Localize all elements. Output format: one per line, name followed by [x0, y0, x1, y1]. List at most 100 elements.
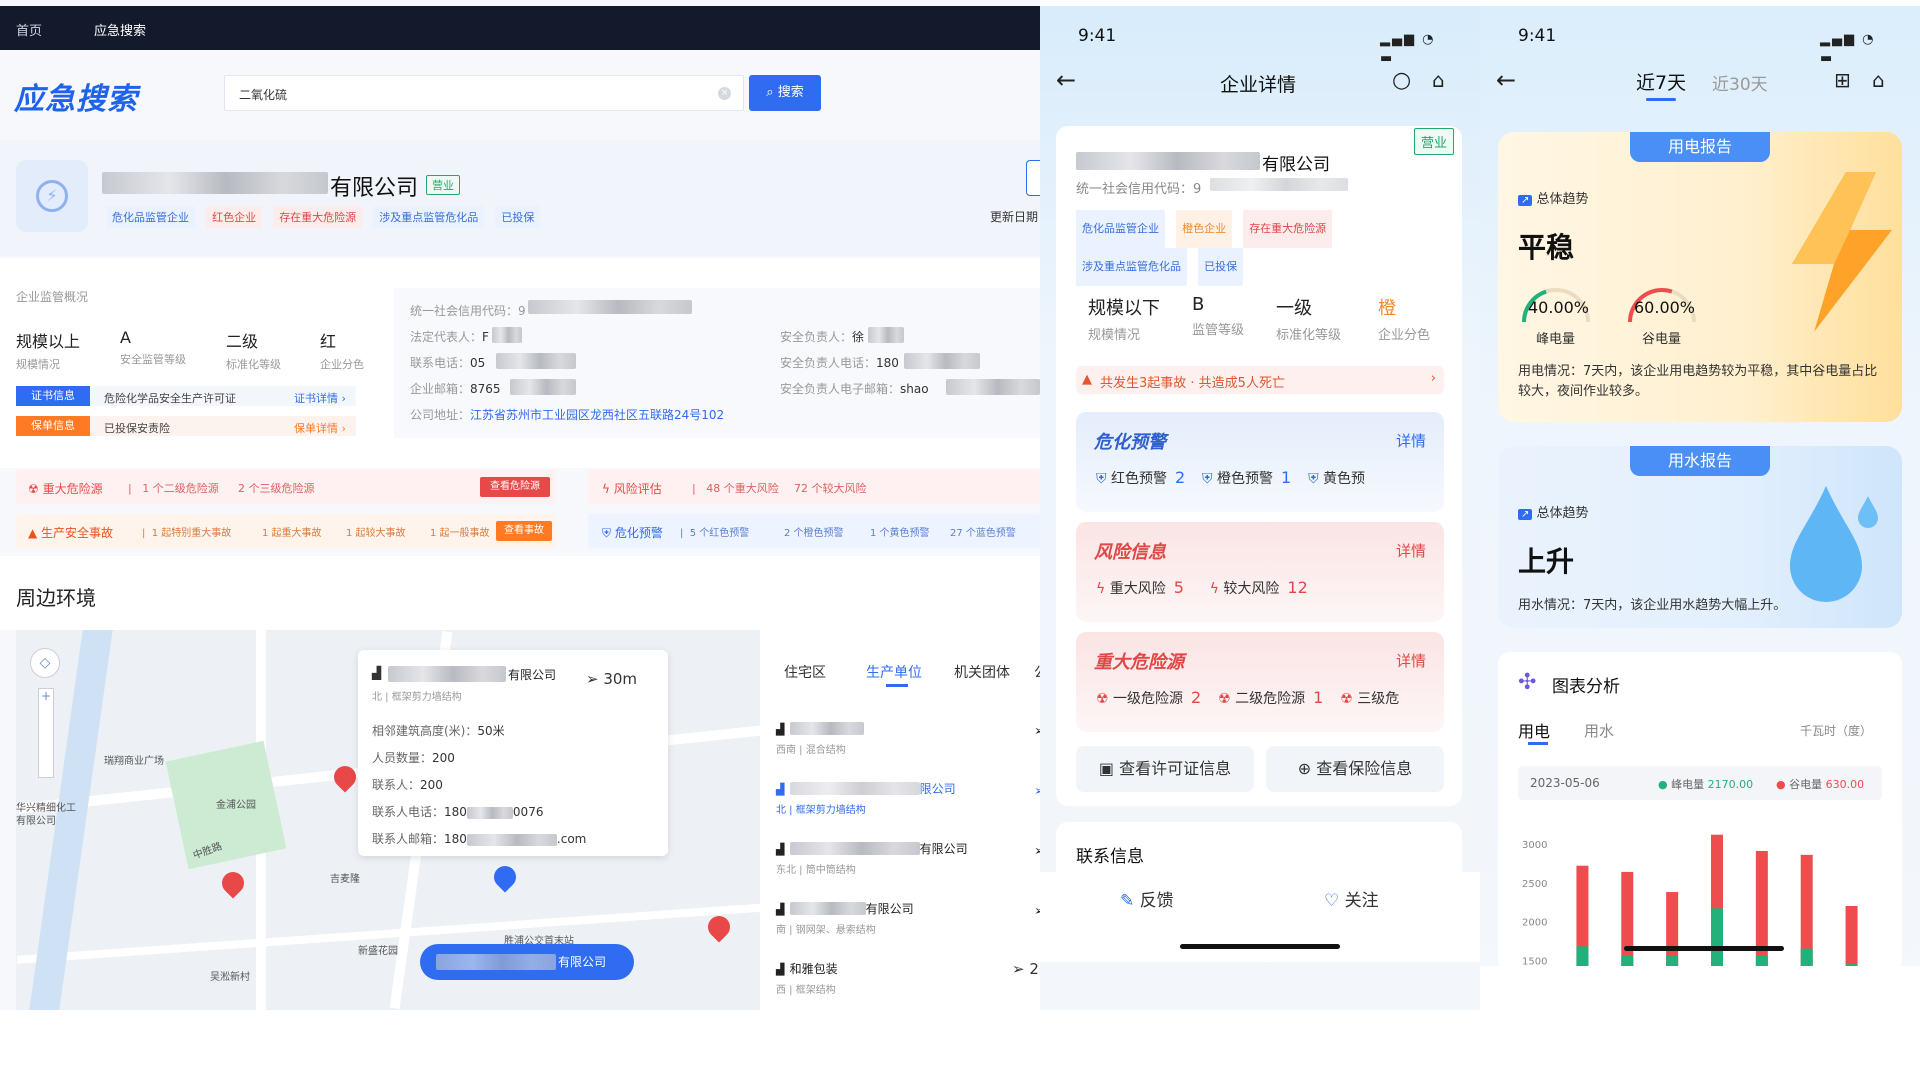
status-badge: 营业 — [1414, 128, 1455, 155]
cert-chip: 证书信息 — [16, 386, 90, 406]
map-pin-icon[interactable] — [703, 911, 735, 943]
tab-indicator — [1528, 742, 1548, 745]
nav-emergency-search[interactable]: 应急搜索 — [94, 20, 146, 39]
search-icon[interactable]: ○ — [1392, 68, 1411, 93]
poi-label: 吴淞新村 — [210, 972, 250, 983]
risk-detail-link[interactable]: 详情 — [1396, 540, 1426, 561]
home-icon[interactable]: ⌂ — [1432, 68, 1445, 92]
power-trend: 平稳 — [1518, 231, 1575, 264]
risk-label: ϟ 风险评估 — [602, 482, 662, 496]
home-indicator — [1180, 944, 1340, 949]
warning-icon: ▲ — [1082, 372, 1092, 387]
tab-power[interactable]: 用电 — [1518, 718, 1550, 742]
redacted — [510, 379, 576, 395]
valley-label: 谷电量 — [1642, 332, 1682, 347]
tag: 已投保 — [1198, 248, 1244, 286]
tab-7days[interactable]: 近7天 — [1636, 68, 1686, 95]
bar-peak[interactable] — [1621, 871, 1634, 968]
water-desc: 用水情况：7天内，该企业用水趋势大幅上升。 — [1518, 598, 1787, 613]
insurance-icon: ⊕ — [1297, 759, 1312, 778]
company-logo-icon: ⚡ — [36, 180, 68, 212]
feedback-button[interactable]: ✎ 反馈 — [1120, 886, 1174, 911]
back-icon[interactable]: ← — [1496, 66, 1516, 94]
tab-indicator — [886, 684, 908, 687]
accident-b: 1 起重大事故 — [262, 528, 322, 539]
popup-name: 有限公司 — [508, 668, 557, 682]
back-icon[interactable]: ← — [1056, 66, 1076, 94]
company-tags: 危化品监管企业 红色企业 存在重大危险源 涉及重点监管危化品 已投保 — [106, 206, 546, 228]
peak-label: 峰电量 — [1536, 332, 1576, 347]
accident-warning[interactable]: ▲ 共发生3起事故 · 共造成5人死亡 › — [1076, 366, 1444, 394]
map-pin-icon[interactable] — [217, 867, 249, 899]
clear-icon[interactable]: × — [718, 87, 731, 100]
zoom-control[interactable]: + — [38, 688, 54, 778]
view-license-button[interactable]: ▣ 查看许可证信息 — [1076, 746, 1254, 792]
tag: 涉及重点监管危化品 — [373, 206, 485, 228]
major-hazard-card[interactable]: 重大危险源 详情 ☢ 一级危险源 2 ☢ 二级危险源 1 ☢ 三级危 — [1076, 632, 1444, 732]
hazchem-detail-link[interactable]: 详情 — [1396, 430, 1426, 451]
tab-institutions[interactable]: 机关团体 — [954, 662, 1010, 682]
hazchem-d: 27 个蓝色预警 — [950, 528, 1016, 539]
zoom-in-icon[interactable]: + — [39, 689, 53, 703]
list-item[interactable]: ▟ 有限公司 东北 | 筒中筒结构 ➢ — [776, 838, 1040, 876]
map-pin-icon[interactable] — [329, 761, 361, 793]
view-accident-button[interactable]: 查看事故 — [496, 521, 552, 541]
building-icon: ▟ — [776, 963, 785, 976]
insurance-text: 已投保安责险 — [104, 422, 170, 435]
redacted — [904, 353, 980, 369]
map-pin-icon[interactable] — [489, 861, 521, 893]
bar-peak[interactable] — [1845, 906, 1858, 968]
list-item[interactable]: ▟ 和雅包装 西 | 框架结构 — [776, 958, 1040, 996]
list-item[interactable]: ▟ 限公司 北 | 框架剪力墙结构 ➢ — [776, 778, 1040, 816]
risk-card[interactable]: 风险信息 详情 ϟ 重大风险 5 ϟ 较大风险 12 — [1076, 522, 1444, 622]
selected-company-bubble[interactable]: 有限公司 — [420, 944, 634, 980]
search-button[interactable]: ⌕ 搜索 — [749, 75, 821, 111]
top-nav: 首页 应急搜索 — [0, 6, 1040, 50]
hazard-label: ☢ 重大危险源 — [28, 482, 103, 496]
kv-supervision-level: B 监管等级 — [1192, 294, 1245, 338]
hazchem-a: | 5 个红色预警 — [680, 528, 750, 539]
list-item[interactable]: ▟ 有限公司 南 | 钢网架、悬索结构 ➢ — [776, 898, 1040, 936]
y-tick-label: 2000 — [1522, 918, 1547, 929]
cert-detail-link[interactable]: 证书详情 › — [294, 390, 346, 406]
tag: 橙色企业 — [1176, 210, 1233, 248]
tab-30days[interactable]: 近30天 — [1712, 70, 1768, 95]
list-distance: ➢ 200m — [1012, 960, 1040, 978]
popup-row: 联系人电话：180 0076 — [372, 805, 544, 819]
power-desc: 用电情况：7天内，该企业用电趋势较为平稳，其中谷电量占比较大，夜间作业较多。 — [1518, 364, 1878, 399]
tooltip-date: 2023-05-06 — [1530, 776, 1600, 790]
tab-water[interactable]: 用水 — [1584, 720, 1614, 741]
insurance-detail-link[interactable]: 保单详情 › — [294, 420, 346, 436]
view-hazard-button[interactable]: 查看危险源 — [480, 477, 550, 497]
company-popup: ▟ 有限公司 ➢ 30m 北 | 框架剪力墙结构 相邻建筑高度(米)：50米 人… — [358, 650, 668, 856]
popup-rows: 相邻建筑高度(米)：50米 人员数量：200 联系人：200 联系人电话：180… — [372, 722, 586, 857]
nav-home[interactable]: 首页 — [16, 20, 42, 39]
status-time: 9:41 — [1078, 26, 1117, 46]
redacted-name — [1076, 152, 1260, 170]
home-icon[interactable]: ⌂ — [1872, 68, 1885, 92]
hazchem-card[interactable]: 危化预警 详情 ⛨ 红色预警 2 ⛨ 橙色预警 1 ⛨ 黄色预 — [1076, 412, 1444, 512]
water-drop-icon — [1778, 476, 1888, 606]
map[interactable]: ◇ + 瑞翔商业广场 金浦公园 华兴精细化工有限公司 中胜路 吉麦隆 新盛花园 … — [16, 630, 1040, 1010]
y-tick-label: 3000 — [1522, 840, 1547, 851]
hazard-detail-link[interactable]: 详情 — [1396, 650, 1426, 671]
follow-button[interactable]: ♡ 关注 — [1324, 886, 1379, 911]
view-insurance-button[interactable]: ⊕ 查看保险信息 — [1266, 746, 1444, 792]
bar-valley[interactable] — [1711, 908, 1723, 968]
y-tick-label: 2500 — [1522, 879, 1547, 890]
popup-sub: 北 | 框架剪力墙结构 — [372, 692, 462, 703]
hazard-b: 2 个三级危险源 — [238, 482, 315, 495]
redacted — [946, 379, 1040, 395]
bar-valley[interactable] — [1576, 946, 1589, 968]
search-input[interactable]: 二氧化硫 × — [224, 75, 744, 111]
side-button[interactable] — [1026, 160, 1040, 196]
list-item[interactable]: ▟ 西南 | 混合结构 ➢ — [776, 718, 1040, 756]
grid-icon[interactable]: ⊞ — [1834, 68, 1851, 92]
usage-bar-chart[interactable]: 3000250020001500 — [1518, 826, 1882, 976]
compass-icon[interactable]: ◇ — [30, 648, 60, 678]
tab-residential[interactable]: 住宅区 — [784, 662, 826, 682]
contact-title: 联系信息 — [1076, 847, 1144, 867]
analysis-title: 图表分析 — [1552, 677, 1620, 697]
hazchem-b: 2 个橙色预警 — [784, 528, 844, 539]
tab-production[interactable]: 生产单位 — [866, 662, 922, 682]
